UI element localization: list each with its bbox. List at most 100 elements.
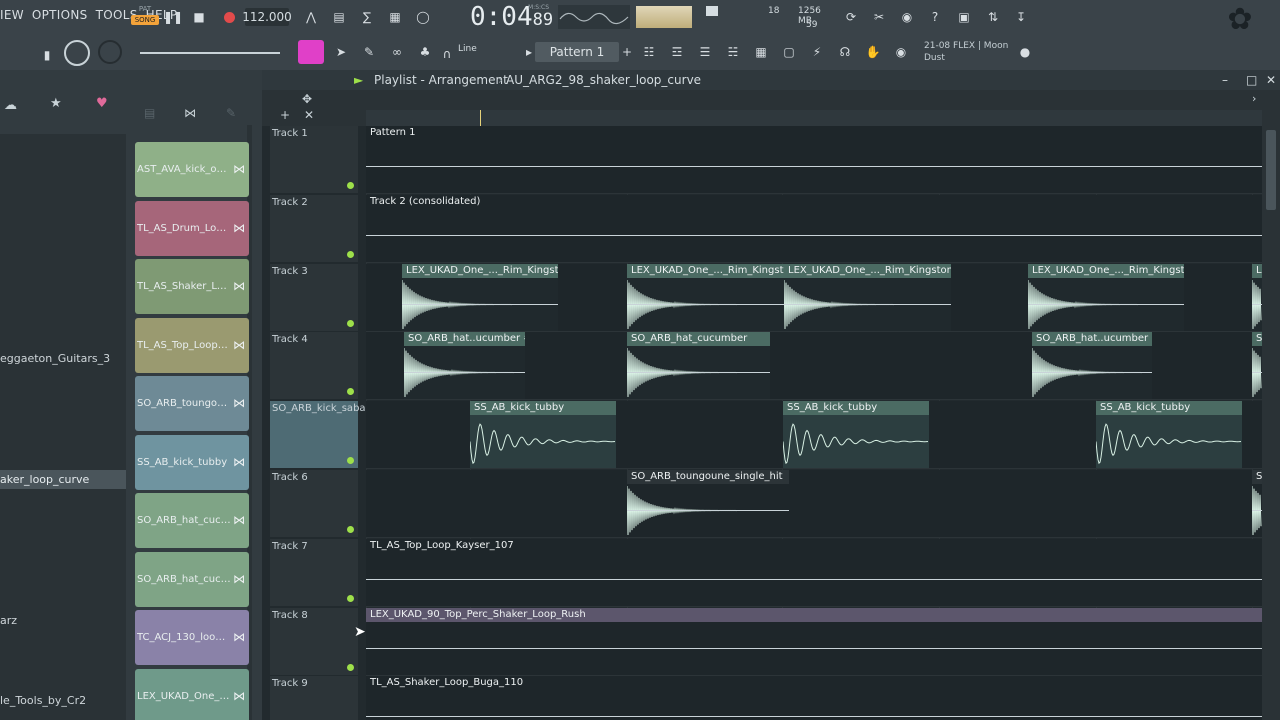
close-track-icon[interactable]: ✕ bbox=[304, 108, 314, 122]
wait-input-icon[interactable]: ▤ bbox=[328, 6, 350, 28]
track-mute-led[interactable] bbox=[347, 250, 354, 258]
playlist-window-icon[interactable]: ☷ bbox=[638, 41, 660, 63]
cut-icon[interactable]: ✂ bbox=[868, 6, 890, 28]
undo-history-icon[interactable]: ⟳ bbox=[840, 6, 862, 28]
playlist-scrollbar[interactable] bbox=[1262, 126, 1280, 720]
blend-notes-icon[interactable]: ◯ bbox=[412, 6, 434, 28]
browser-item[interactable]: le_Tools_by_Cr2 bbox=[0, 694, 86, 707]
track-mute-led[interactable] bbox=[347, 319, 354, 327]
piano-roll-icon[interactable] bbox=[298, 40, 324, 64]
track-header[interactable]: Track 9 bbox=[270, 676, 358, 720]
magnet-icon[interactable]: ∩ bbox=[440, 43, 454, 65]
browser-item[interactable]: arz bbox=[0, 614, 17, 627]
speaker-icon[interactable]: ► bbox=[354, 73, 363, 87]
channel-button[interactable]: SS_AB_kick_tubby ⋈ bbox=[135, 434, 249, 490]
waveform-icon[interactable]: ⋈ bbox=[184, 106, 196, 120]
track-mute-led[interactable] bbox=[347, 182, 354, 189]
move-icon[interactable]: ✥ bbox=[302, 92, 312, 106]
help-icon[interactable]: ? bbox=[924, 6, 946, 28]
metronome-icon[interactable]: ⋀ bbox=[300, 6, 322, 28]
playlist-clip[interactable]: LEX_UKAD_One_..._Rim_Kingston bbox=[784, 263, 951, 331]
draw-tool-icon[interactable]: ✎ bbox=[358, 41, 380, 63]
playlist-clip[interactable]: LEX_UKAD_One_..._Rim_Kingston bbox=[1028, 263, 1184, 331]
channel-settings-icon[interactable]: ▤ bbox=[144, 106, 155, 120]
scrollbar-thumb[interactable] bbox=[1266, 130, 1276, 210]
track-header[interactable]: Track 4 bbox=[270, 332, 358, 400]
minimize-icon[interactable]: – bbox=[1222, 73, 1228, 87]
playlist-clip[interactable]: TL_AS_Top_Loop_Kayser_107 bbox=[366, 538, 1262, 606]
track-header[interactable]: Track 7 bbox=[270, 538, 358, 606]
menu-options[interactable]: OPTIONS bbox=[32, 8, 88, 22]
step-edit-icon[interactable]: ▦ bbox=[384, 6, 406, 28]
snap-selector[interactable]: Line bbox=[458, 44, 477, 54]
channel-button[interactable]: SO_ARB_toungoune...⋈ bbox=[135, 376, 249, 431]
channel-button[interactable]: TL_AS_Top_Loop_Ka...⋈ bbox=[135, 317, 249, 373]
globe-icon[interactable]: ● bbox=[1014, 41, 1036, 63]
menu-view[interactable]: IEW bbox=[0, 8, 24, 22]
channel-button[interactable]: TL_AS_Shaker_Loop...⋈ bbox=[135, 259, 249, 314]
maximize-icon[interactable]: □ bbox=[1246, 73, 1257, 87]
step-sequencer-icon[interactable]: ☲ bbox=[666, 41, 688, 63]
playlist-clip[interactable]: SO_ARB_hat_cucumber bbox=[627, 332, 770, 400]
channel-button[interactable]: SO_ARB_hat_cucum...⋈ bbox=[135, 551, 249, 607]
playlist-clip[interactable]: LEX_UKAD_One_..._Rim_Kingston bbox=[627, 263, 784, 331]
playlist-clip[interactable]: TL_AS_Shaker_Loop_Buga_110 bbox=[366, 676, 1262, 720]
breadcrumb[interactable]: AU_ARG2_98_shaker_loop_curve bbox=[506, 73, 701, 87]
playlist-clip[interactable]: LEX_UKAD_90_Top_Perc_Shaker_Loop_Rush bbox=[366, 607, 1262, 675]
track-header[interactable]: Track 1 bbox=[270, 126, 358, 193]
track-mute-led[interactable] bbox=[347, 457, 354, 465]
playlist-clip[interactable]: LEX_UKAD_One_..._Rim_Kingston bbox=[1252, 263, 1262, 331]
playlist-clip[interactable]: SO_ARB_hat_cucumber bbox=[1252, 332, 1262, 400]
scroll-right-icon[interactable]: › bbox=[1252, 92, 1256, 105]
channel-rack-icon[interactable]: ☰ bbox=[694, 41, 716, 63]
shop-icon[interactable]: ◉ bbox=[890, 41, 912, 63]
channel-button[interactable]: TL_AS_Drum_Loop_I...⋈ bbox=[135, 200, 249, 256]
pat-song-toggle[interactable]: PAT SONG bbox=[131, 5, 159, 31]
track-header[interactable]: Track 8 bbox=[270, 607, 358, 675]
playlist-clip[interactable]: SS_AB_kick_tubby bbox=[470, 401, 616, 469]
star-icon[interactable]: ★ bbox=[50, 96, 62, 111]
master-slider[interactable] bbox=[140, 52, 280, 54]
channel-button[interactable]: AST_AVA_kick_one_...⋈ bbox=[135, 142, 249, 197]
export-icon[interactable]: ⇅ bbox=[982, 6, 1004, 28]
link-icon[interactable]: ∞ bbox=[386, 41, 408, 63]
pencil-icon[interactable]: ✎ bbox=[226, 106, 236, 120]
track-mute-led[interactable] bbox=[347, 388, 354, 396]
cloud-icon[interactable]: ☁ bbox=[4, 98, 17, 113]
master-volume-knob[interactable] bbox=[64, 40, 90, 66]
track-header[interactable]: Track 2 bbox=[270, 194, 358, 262]
track-header[interactable]: Track 6 bbox=[270, 470, 358, 537]
track-header[interactable]: Track 3 bbox=[270, 263, 358, 331]
browser-icon[interactable]: ▢ bbox=[778, 41, 800, 63]
track-header[interactable]: SO_ARB_kick_sabar_thud bbox=[270, 401, 398, 469]
track-mute-led[interactable] bbox=[347, 526, 354, 533]
stop-icon[interactable]: ■ bbox=[188, 6, 210, 28]
countdown-icon[interactable]: ∑ bbox=[356, 6, 378, 28]
playlist-clip[interactable]: Track 2 (consolidated) bbox=[366, 194, 1262, 262]
track-lane[interactable] bbox=[366, 470, 1262, 538]
add-track-icon[interactable]: + bbox=[280, 108, 290, 122]
master-pitch-knob[interactable] bbox=[98, 40, 122, 64]
add-pattern-icon[interactable]: + bbox=[616, 41, 638, 63]
browser-item[interactable]: eggaeton_Guitars_3 bbox=[0, 352, 110, 365]
playlist-clip[interactable]: SO_ARB_hat..ucumber #2 bbox=[1032, 332, 1152, 400]
stamp-icon[interactable]: ♣ bbox=[414, 41, 436, 63]
arrow-tool-icon[interactable]: ➤ bbox=[330, 41, 352, 63]
playlist-clip[interactable]: Pattern 1 bbox=[366, 126, 1262, 193]
piano-icon[interactable]: ▦ bbox=[750, 41, 772, 63]
track-mute-led[interactable] bbox=[347, 663, 354, 671]
channel-button[interactable]: SO_ARB_hat_cucum...⋈ bbox=[135, 493, 249, 548]
play-pause-icon[interactable]: ❚❚ bbox=[162, 6, 184, 28]
download-icon[interactable]: ↧ bbox=[1010, 6, 1032, 28]
track-mute-led[interactable] bbox=[347, 594, 354, 602]
playlist-clip[interactable]: SS_AB_kick_tubby bbox=[1096, 401, 1242, 469]
playlist-clip[interactable]: SO_ARB_toungoune_single_hit bbox=[1252, 470, 1262, 537]
mixer-icon[interactable]: ☵ bbox=[722, 41, 744, 63]
tempo-tapper-icon[interactable]: ☊ bbox=[834, 41, 856, 63]
touch-icon[interactable]: ✋ bbox=[862, 41, 884, 63]
record-icon[interactable] bbox=[218, 6, 240, 28]
playlist-clip[interactable]: LEX_UKAD_One_..._Rim_Kingston bbox=[402, 263, 558, 331]
channel-button[interactable]: LEX_UKAD_One_Sho...⋈ bbox=[135, 668, 249, 720]
plugin-icon[interactable]: ⚡ bbox=[806, 41, 828, 63]
close-icon[interactable]: ✕ bbox=[1266, 73, 1276, 87]
